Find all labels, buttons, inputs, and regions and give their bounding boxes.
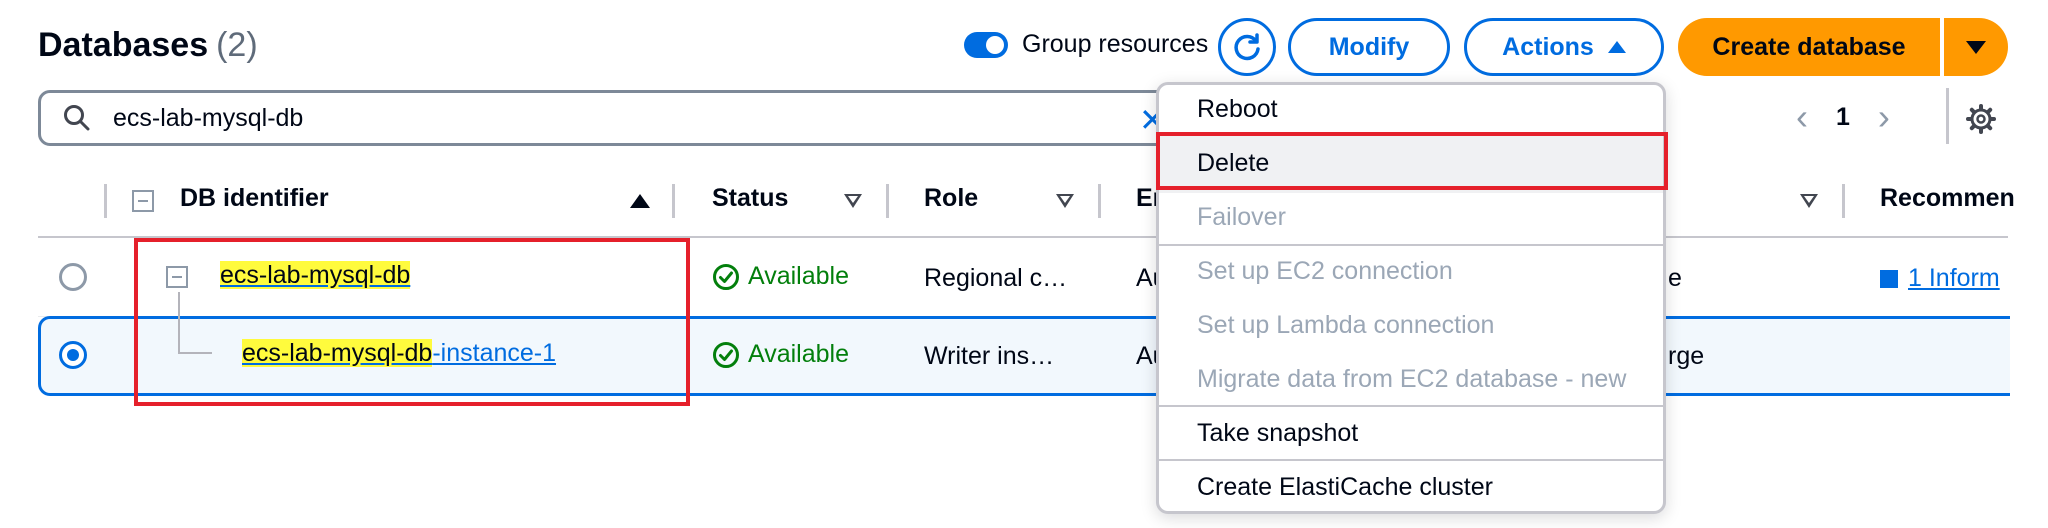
search-value: ecs-lab-mysql-db [113,103,304,132]
sort-ascending-icon[interactable] [630,194,650,208]
menu-item-create-elasticache[interactable]: Create ElastiCache cluster [1197,473,1493,502]
page-title: Databases (2) [38,26,258,65]
row-select-radio[interactable] [59,263,87,291]
create-database-button[interactable]: Create database [1678,18,1940,76]
column-separator[interactable] [672,184,675,218]
actions-button[interactable]: Actions [1464,18,1664,76]
search-input[interactable]: ecs-lab-mysql-db ✕ [38,90,1190,146]
row-select-radio-selected[interactable] [59,341,87,369]
group-resources-toggle[interactable]: Group resources [964,30,1208,59]
menu-item-migrate-data: Migrate data from EC2 database - new [1197,365,1627,393]
column-separator[interactable] [1098,184,1101,218]
menu-separator [1159,244,1663,246]
gear-icon[interactable] [1966,104,1996,134]
caret-down-icon [1966,40,1986,54]
toggle-switch[interactable] [964,31,1008,58]
size-cell: e [1668,264,1682,292]
pagination: ‹ 1 › [1796,96,1890,138]
status-text: Available [748,340,850,368]
check-circle-icon [713,341,739,368]
menu-item-ec2-connection: Set up EC2 connection [1197,257,1453,285]
refresh-icon [1234,33,1260,61]
next-page-icon[interactable]: › [1878,96,1890,138]
role-cell: Regional c… [924,264,1068,292]
actions-label: Actions [1502,32,1594,61]
size-cell: rge [1668,342,1705,370]
column-header-recommendations[interactable]: Recommen [1880,184,2015,213]
menu-item-take-snapshot[interactable]: Take snapshot [1197,419,1358,448]
status-text: Available [748,262,850,290]
info-icon [1880,269,1898,288]
sort-icon[interactable] [844,194,862,208]
divider [1946,88,1949,144]
sort-icon[interactable] [1056,194,1074,208]
column-separator[interactable] [886,184,889,218]
create-database-split-button[interactable] [1944,18,2008,76]
role-cell: Writer ins… [924,342,1055,370]
annotation-delete-box [1156,132,1668,190]
collapse-all-icon[interactable] [132,190,154,212]
annotation-highlight-box [134,238,690,406]
group-resources-label: Group resources [1022,30,1209,58]
refresh-button[interactable] [1218,18,1276,76]
recommendation-text: 1 Inform [1908,264,2000,292]
column-header-role[interactable]: Role [924,184,978,213]
page-title-text: Databases [38,26,209,64]
status-badge: Available [712,262,849,291]
column-separator [104,184,107,218]
menu-separator [1159,405,1663,407]
menu-separator [1159,459,1663,461]
prev-page-icon[interactable]: ‹ [1796,96,1808,138]
status-badge: Available [712,340,849,369]
resource-count: (2) [216,26,258,64]
check-circle-icon [713,263,739,290]
column-header-db-identifier[interactable]: DB identifier [180,184,329,213]
column-separator[interactable] [1842,184,1845,218]
modify-button[interactable]: Modify [1288,18,1450,76]
current-page[interactable]: 1 [1836,103,1850,132]
search-icon [64,105,90,131]
caret-up-icon [1607,41,1626,53]
recommendation-link[interactable]: 1 Inform [1880,264,2000,293]
menu-item-lambda-connection: Set up Lambda connection [1197,311,1495,339]
menu-item-reboot[interactable]: Reboot [1197,95,1278,124]
menu-item-failover: Failover [1197,203,1286,231]
column-header-status[interactable]: Status [712,184,788,213]
sort-icon[interactable] [1800,194,1818,208]
